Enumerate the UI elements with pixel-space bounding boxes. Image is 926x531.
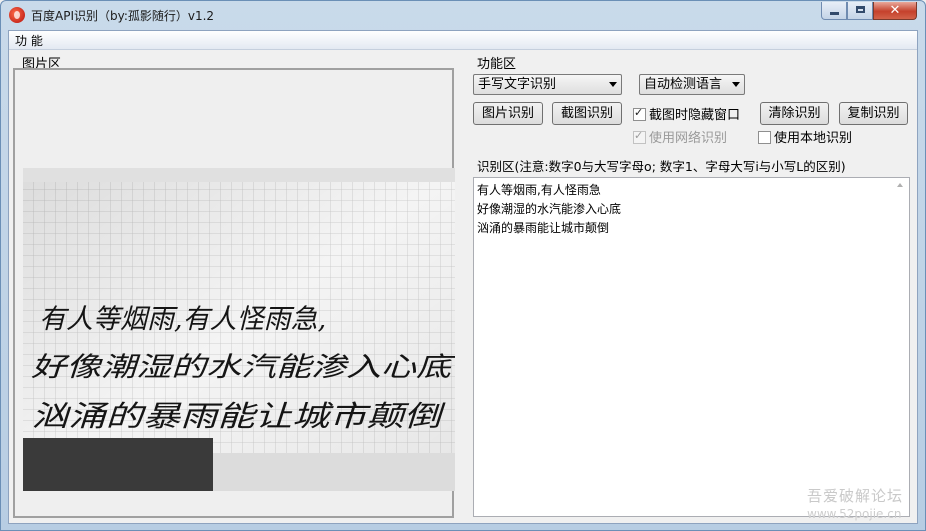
- use-local-label: 使用本地识别: [774, 131, 853, 146]
- app-logo-icon: [9, 7, 25, 23]
- use-network-label: 使用网络识别: [649, 131, 728, 146]
- copy-recognition-button[interactable]: 复制识别: [839, 102, 908, 125]
- result-area-label: 识别区(注意:数字0与大写字母o; 数字1、字母大写i与小写L的区别): [475, 156, 848, 175]
- handwriting-photo: 有人等烟雨,有人怪雨急, 好像潮湿的水汽能渗入心底 汹涌的暴雨能让城市颠倒: [23, 168, 455, 491]
- language-value: 自动检测语言: [644, 77, 723, 92]
- checkbox-unchecked-icon: [758, 131, 771, 144]
- window-controls: ✕: [821, 2, 917, 20]
- menu-bar: 功 能: [9, 31, 917, 50]
- vertical-scrollbar[interactable]: [892, 178, 909, 516]
- title-bar[interactable]: 百度API识别（by:孤影随行）v1.2 ✕: [1, 1, 925, 29]
- hide-window-checkbox[interactable]: 截图时隐藏窗口: [633, 105, 741, 123]
- handwriting-line-1: 有人等烟雨,有人怪雨急,: [39, 304, 326, 335]
- app-window: 百度API识别（by:孤影随行）v1.2 ✕ 功 能 图片区 有人等烟雨,有人怪…: [0, 0, 926, 531]
- result-line: 有人等烟雨,有人怪雨急: [477, 183, 601, 197]
- watermark-forum: 吾爱破解论坛: [807, 487, 904, 505]
- hide-window-label: 截图时隐藏窗口: [649, 108, 741, 123]
- minimize-icon: [830, 12, 839, 15]
- result-textarea[interactable]: 有人等烟雨,有人怪雨急 好像潮湿的水汽能渗入心底 汹涌的暴雨能让城市颠倒: [473, 177, 910, 517]
- use-local-checkbox[interactable]: 使用本地识别: [758, 131, 852, 146]
- chevron-down-icon: [609, 82, 617, 87]
- checkbox-checked-icon: [633, 105, 646, 121]
- image-recognize-button[interactable]: 图片识别: [473, 102, 543, 125]
- result-line: 好像潮湿的水汽能渗入心底: [477, 202, 622, 216]
- close-icon: ✕: [889, 3, 901, 18]
- window-title: 百度API识别（by:孤影随行）v1.2: [31, 9, 215, 23]
- recognition-mode-value: 手写文字识别: [478, 77, 557, 92]
- clear-recognition-button[interactable]: 清除识别: [760, 102, 829, 125]
- menu-function[interactable]: 功 能: [15, 32, 43, 49]
- use-network-checkbox: 使用网络识别: [633, 128, 728, 146]
- maximize-icon: [856, 6, 865, 13]
- handwriting-line-2: 好像潮湿的水汽能渗入心底: [31, 352, 455, 383]
- minimize-button[interactable]: [821, 2, 847, 20]
- checkbox-checked-icon: [633, 128, 646, 144]
- chevron-down-icon: [732, 82, 740, 87]
- close-button[interactable]: ✕: [873, 2, 917, 20]
- screenshot-recognize-button[interactable]: 截图识别: [552, 102, 622, 125]
- watermark-url: www.52pojie.cn: [807, 507, 902, 521]
- language-select[interactable]: 自动检测语言: [639, 74, 745, 95]
- client-area: 功 能 图片区 有人等烟雨,有人怪雨急, 好像潮湿的水汽能渗入心底 汹涌的暴雨能…: [8, 30, 918, 524]
- handwriting-line-3: 汹涌的暴雨能让城市颠倒: [31, 399, 446, 433]
- scroll-up-icon: [897, 183, 903, 187]
- image-area: 有人等烟雨,有人怪雨急, 好像潮湿的水汽能渗入心底 汹涌的暴雨能让城市颠倒: [13, 68, 455, 518]
- maximize-button[interactable]: [847, 2, 873, 20]
- function-area-label: 功能区: [475, 53, 519, 72]
- result-line: 汹涌的暴雨能让城市颠倒: [477, 221, 610, 235]
- recognition-mode-select[interactable]: 手写文字识别: [473, 74, 622, 95]
